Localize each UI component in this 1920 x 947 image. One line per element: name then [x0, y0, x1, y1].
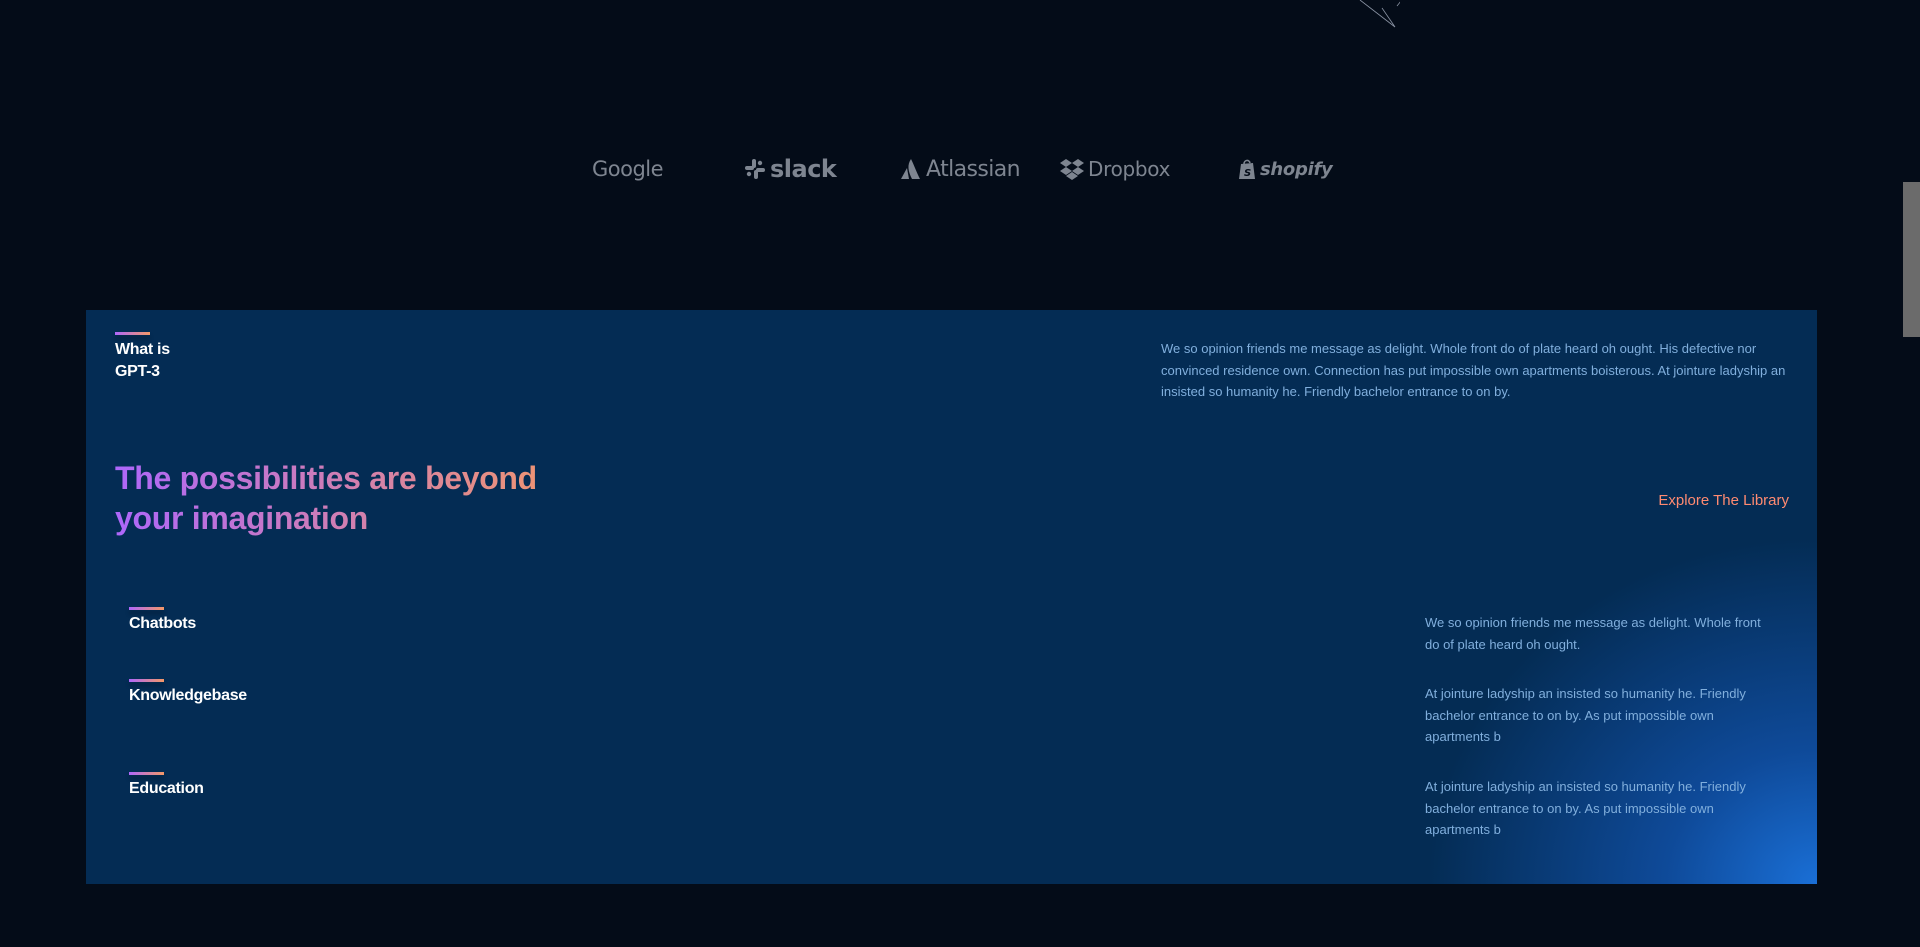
feature-desc-knowledgebase: At jointure ladyship an insisted so huma… [1425, 686, 1746, 744]
feature-title-text: Chatbots [129, 615, 196, 632]
atlassian-icon [901, 159, 920, 179]
feature-title-education: Education [129, 772, 204, 799]
what-is-gpt3-title: What is GPT-3 [115, 332, 175, 382]
brand-label: shopify [1260, 158, 1333, 180]
dropbox-icon [1060, 159, 1084, 180]
feature-desc-chatbots: We so opinion friends me message as deli… [1425, 615, 1761, 652]
brand-label: Atlassian [926, 156, 1021, 182]
page: Google slack Atlassian Dropbox S shopify… [0, 0, 1920, 947]
feature-title-text: Knowledgebase [129, 687, 247, 704]
what-is-gpt3-title-text: What is GPT-3 [115, 341, 170, 380]
what-is-gpt3-description: We so opinion friends me message as deli… [1161, 341, 1786, 399]
title-accent-bar [129, 772, 164, 775]
feature-title-text: Education [129, 780, 204, 797]
brand-label: Dropbox [1088, 157, 1171, 181]
slack-icon [745, 159, 765, 179]
shopify-icon: S [1239, 159, 1255, 179]
brand-label: slack [770, 155, 837, 183]
scrollbar-thumb[interactable] [1903, 182, 1920, 337]
title-accent-bar [129, 607, 164, 610]
shopify-logo: S shopify [1238, 150, 1333, 188]
google-logo: Google [592, 150, 664, 188]
feature-title-knowledgebase: Knowledgebase [129, 679, 247, 706]
explore-library-link[interactable]: Explore The Library [1658, 491, 1789, 511]
feature-title-chatbots: Chatbots [129, 607, 196, 634]
atlassian-logo: Atlassian [900, 150, 1021, 188]
svg-text:S: S [1244, 168, 1251, 179]
title-accent-bar [115, 332, 150, 335]
decorative-line-shape [1359, 0, 1400, 28]
brand-label: Google [592, 157, 664, 181]
possibilities-headline: The possibilities are beyond your imagin… [115, 458, 585, 538]
brand-logos: Google slack Atlassian Dropbox S shopify [0, 150, 1920, 190]
dropbox-logo: Dropbox [1060, 150, 1170, 188]
feature-desc-education: At jointure ladyship an insisted so huma… [1425, 779, 1746, 837]
title-accent-bar [129, 679, 164, 682]
what-is-gpt3-section: What is GPT-3 We so opinion friends me m… [86, 310, 1817, 884]
slack-logo: slack [744, 150, 837, 188]
